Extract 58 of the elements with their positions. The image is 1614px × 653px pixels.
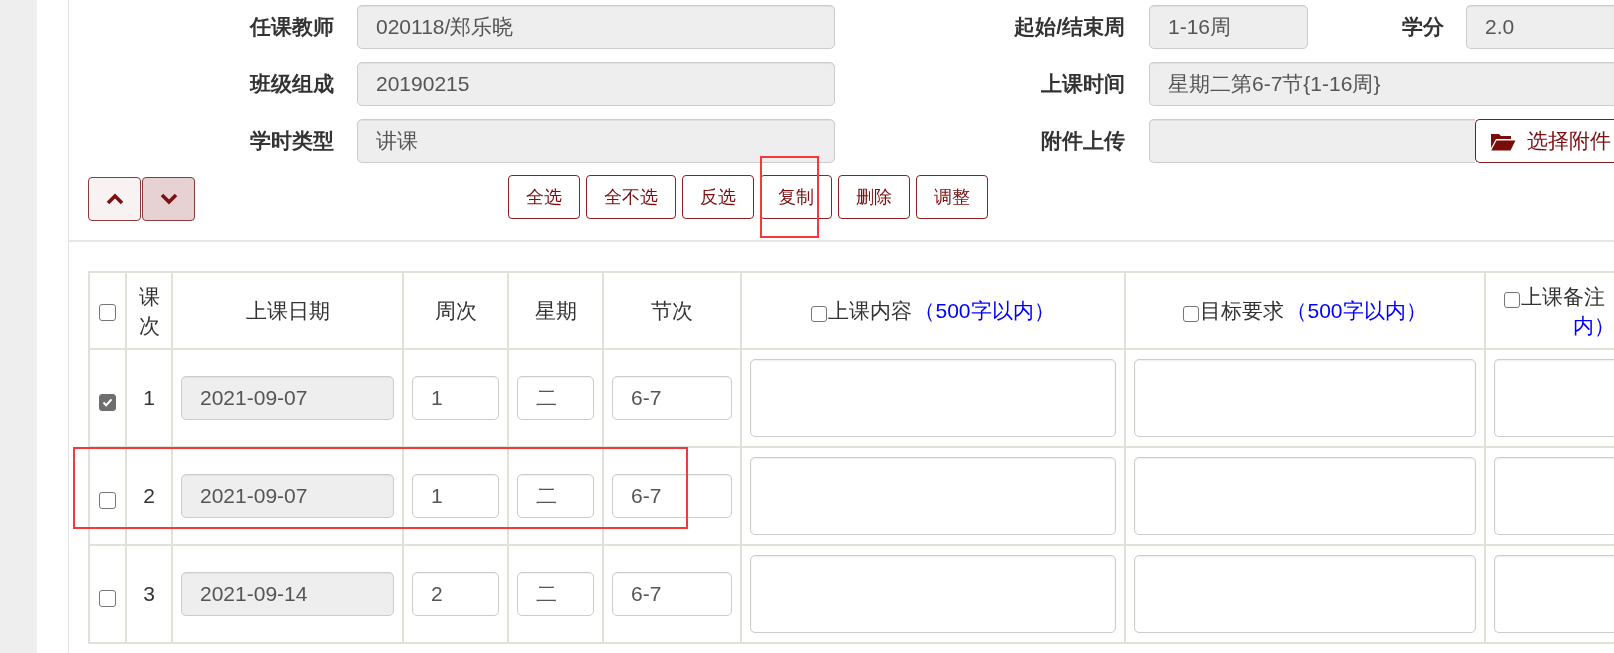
action-button[interactable]: 复制 xyxy=(760,175,832,219)
field-label: 上课时间 xyxy=(1041,71,1125,97)
length-hint: （500字以内） xyxy=(913,299,1055,322)
move-down-button[interactable] xyxy=(142,177,195,221)
checkbox[interactable] xyxy=(811,306,828,322)
input-field[interactable]: 二 xyxy=(517,474,594,518)
field-label: 学分 xyxy=(1402,14,1444,40)
column-header: 节次 xyxy=(603,272,741,349)
text-area[interactable] xyxy=(750,457,1116,535)
length-hint: 内） xyxy=(1573,312,1614,339)
field-label: 学时类型 xyxy=(250,128,334,154)
input-field[interactable]: 二 xyxy=(517,572,594,616)
text-area[interactable] xyxy=(1494,359,1614,437)
field-label: 起始/结束周 xyxy=(1014,14,1125,40)
action-button[interactable]: 调整 xyxy=(916,175,988,219)
field-label: 班级组成 xyxy=(250,71,334,97)
action-button[interactable]: 删除 xyxy=(838,175,910,219)
input-field[interactable]: 二 xyxy=(517,376,594,420)
lesson-number: 1 xyxy=(126,349,172,447)
chevron-down-icon xyxy=(159,193,178,205)
input-field[interactable]: 6-7 xyxy=(612,474,732,518)
lesson-number: 3 xyxy=(126,545,172,643)
checkbox[interactable] xyxy=(99,589,116,607)
text-area[interactable] xyxy=(1134,359,1476,437)
input-field[interactable]: 6-7 xyxy=(612,572,732,616)
checkbox[interactable] xyxy=(1504,291,1520,308)
column-header: 星期 xyxy=(508,272,603,349)
checkbox[interactable] xyxy=(99,491,116,509)
text-area[interactable] xyxy=(1134,457,1476,535)
column-header: 目标要求 xyxy=(1200,299,1285,322)
text-area[interactable] xyxy=(750,359,1116,437)
checkbox[interactable] xyxy=(99,393,116,411)
input-field[interactable]: 1 xyxy=(412,376,499,420)
column-header: 上课备注 xyxy=(1521,284,1605,308)
chevron-up-icon xyxy=(105,193,124,205)
input-field[interactable]: 2 xyxy=(412,572,499,616)
action-button[interactable]: 全选 xyxy=(508,175,580,219)
move-up-button[interactable] xyxy=(88,177,141,221)
lesson-number: 2 xyxy=(126,447,172,545)
text-area[interactable] xyxy=(750,555,1116,633)
text-area[interactable] xyxy=(1134,555,1476,633)
folder-icon xyxy=(1490,131,1516,151)
column-header: 课次 xyxy=(126,272,172,349)
checkbox[interactable] xyxy=(99,303,116,321)
input-field[interactable]: 1 xyxy=(412,474,499,518)
action-button[interactable]: 反选 xyxy=(682,175,754,219)
column-header: 上课日期 xyxy=(172,272,403,349)
text-area[interactable] xyxy=(1494,555,1614,633)
field-label: 任课教师 xyxy=(250,14,334,40)
length-hint: （500字以内） xyxy=(1285,299,1427,322)
column-header: 周次 xyxy=(403,272,508,349)
text-area[interactable] xyxy=(1494,457,1614,535)
checkbox[interactable] xyxy=(1183,306,1200,322)
action-button[interactable]: 全不选 xyxy=(586,175,676,219)
check-icon xyxy=(102,397,113,407)
field-label: 附件上传 xyxy=(1041,128,1125,154)
column-header: 上课内容 xyxy=(828,299,913,322)
input-field[interactable]: 6-7 xyxy=(612,376,732,420)
